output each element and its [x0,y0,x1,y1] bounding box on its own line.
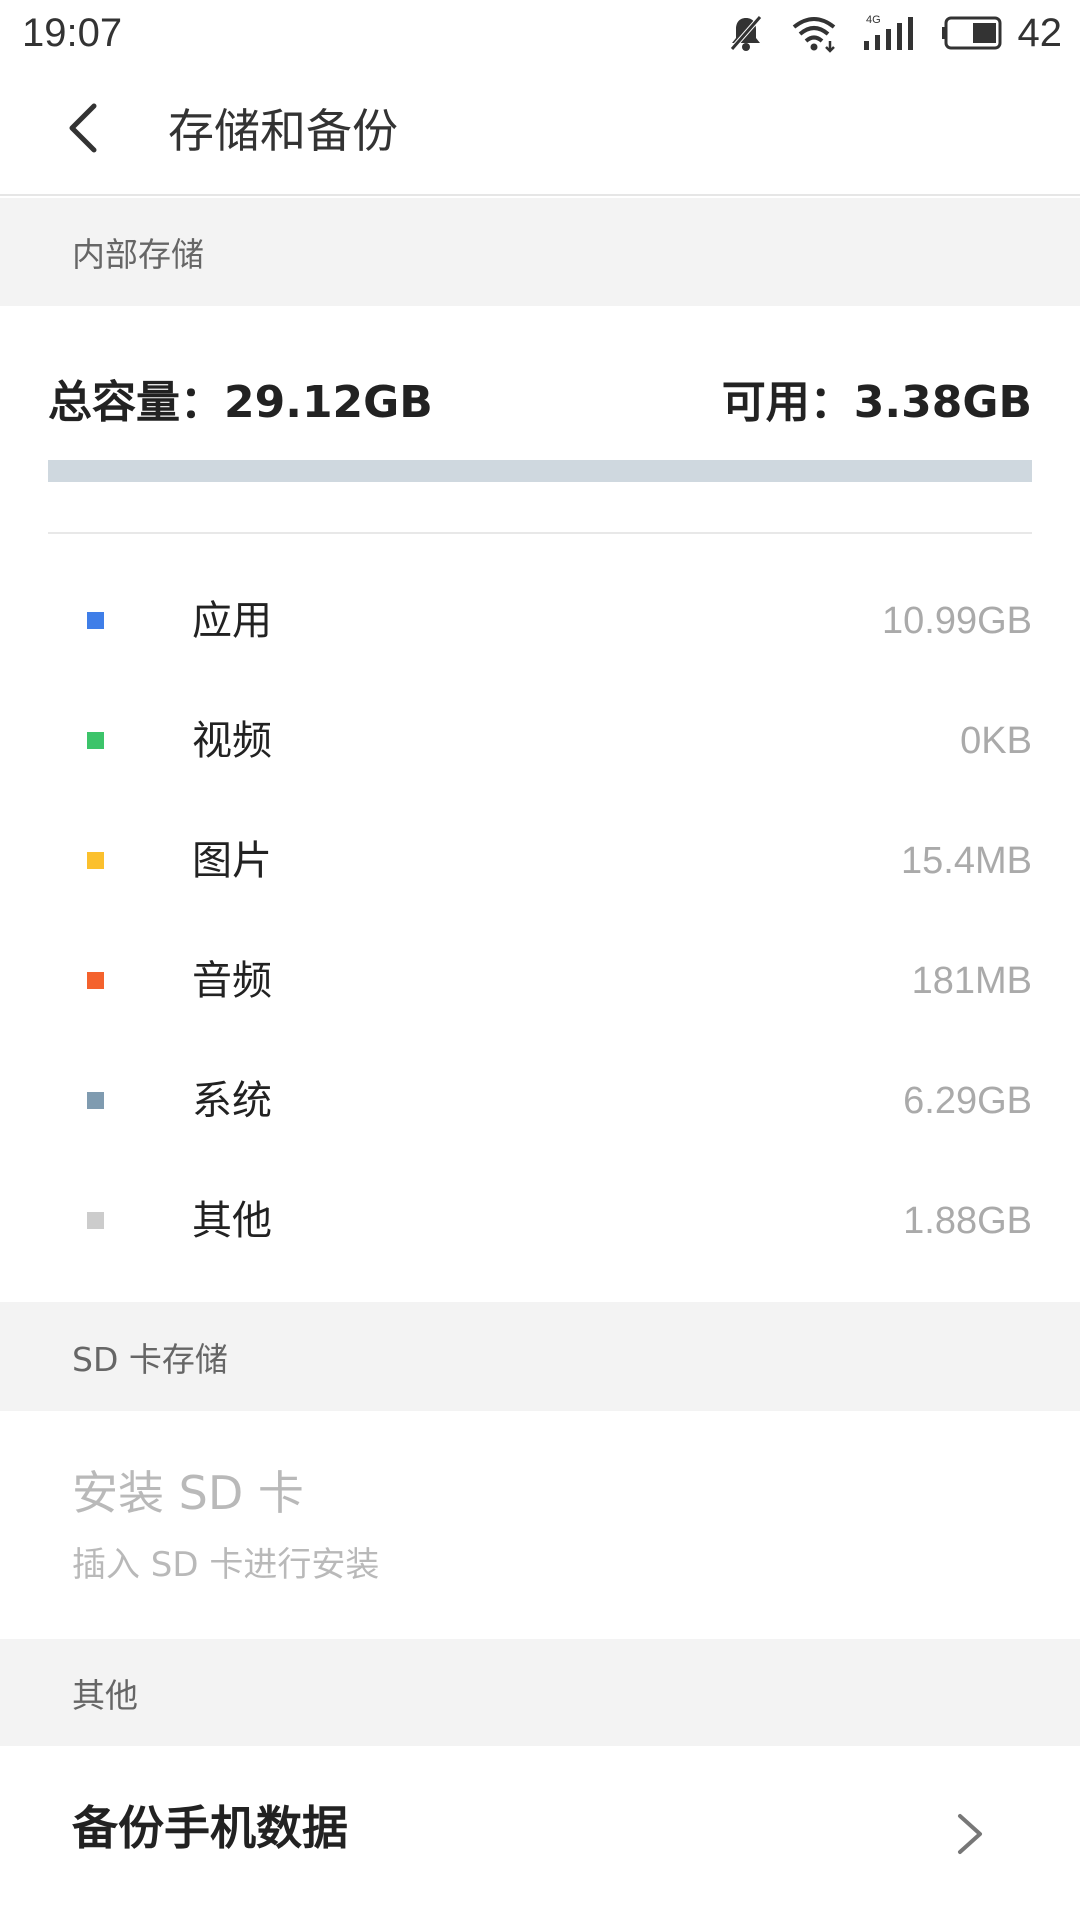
storage-item-value: 15.4MB [901,840,1032,882]
color-swatch [87,972,104,989]
storage-item-video[interactable]: 视频 0KB [0,680,1080,800]
color-swatch [87,732,104,749]
storage-summary: 总容量：29.12GB 可用：3.38GB [48,370,1032,436]
install-sd-card-item[interactable]: 安装 SD 卡 插入 SD 卡进行安装 [0,1411,1080,1639]
storage-item-label: 音频 [192,958,272,1004]
install-sd-card-title: 安装 SD 卡 [72,1466,304,1520]
total-capacity: 总容量：29.12GB [48,377,433,428]
chevron-right-icon [952,1810,988,1858]
status-bar: 19:07 4G 42 [0,0,1080,66]
status-time: 19:07 [22,11,123,55]
storage-item-label: 视频 [192,718,272,764]
backup-phone-data-item[interactable]: 备份手机数据 [0,1746,1080,1920]
section-header-sd-storage: SD 卡存储 [0,1302,1080,1411]
page-title: 存储和备份 [168,104,398,158]
storage-item-label: 系统 [192,1078,272,1124]
storage-item-value: 1.88GB [903,1200,1032,1242]
storage-usage-bar [48,460,1032,482]
color-swatch [87,852,104,869]
storage-item-value: 10.99GB [882,600,1032,642]
storage-item-apps[interactable]: 应用 10.99GB [0,560,1080,680]
storage-item-audio[interactable]: 音频 181MB [0,920,1080,1040]
section-header-other: 其他 [0,1639,1080,1746]
color-swatch [87,1092,104,1109]
storage-item-label: 其他 [192,1198,272,1244]
divider [48,532,1032,534]
section-header-label: 其他 [72,1675,138,1715]
storage-item-value: 181MB [911,960,1032,1002]
storage-item-images[interactable]: 图片 15.4MB [0,800,1080,920]
status-icons: 4G 42 [726,8,1063,58]
chevron-left-icon [64,100,104,160]
wifi-icon [790,13,838,53]
network-type-label: 4G [866,14,881,26]
section-header-label: SD 卡存储 [72,1339,228,1379]
color-swatch [87,612,104,629]
section-header-label: 内部存储 [72,235,204,274]
battery-icon [941,15,1006,51]
battery-level: 42 [1017,11,1063,55]
app-bar: 存储和备份 [0,66,1080,196]
available-capacity: 可用：3.38GB [721,377,1032,428]
storage-item-value: 6.29GB [903,1080,1032,1122]
storage-item-other[interactable]: 其他 1.88GB [0,1160,1080,1280]
storage-item-system[interactable]: 系统 6.29GB [0,1040,1080,1160]
storage-item-label: 应用 [192,598,272,644]
silent-bell-icon [726,13,766,53]
section-header-internal-storage: 内部存储 [0,198,1080,306]
cellular-signal-icon: 4G [862,13,918,53]
install-sd-card-subtitle: 插入 SD 卡进行安装 [72,1545,380,1585]
storage-category-list: 应用 10.99GB 视频 0KB 图片 15.4MB 音频 181MB 系统 … [0,560,1080,1280]
storage-item-value: 0KB [960,720,1032,762]
color-swatch [87,1212,104,1229]
backup-phone-data-label: 备份手机数据 [72,1801,348,1855]
back-button[interactable] [52,98,116,162]
storage-item-label: 图片 [192,838,272,884]
